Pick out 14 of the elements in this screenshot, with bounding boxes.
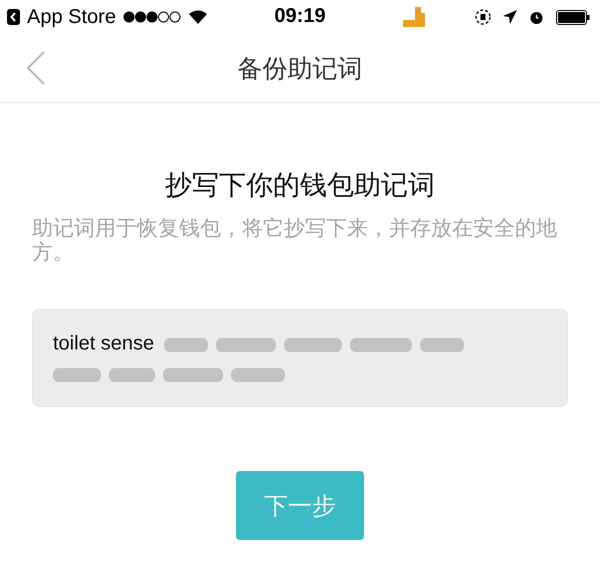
signal-icon	[122, 11, 181, 23]
alarm-icon	[529, 10, 544, 24]
description: 助记词用于恢复钱包，将它抄写下来，并存放在安全的地方。	[32, 217, 558, 265]
back-icon[interactable]	[7, 9, 20, 25]
mnemonic-text: toilet sense	[53, 332, 154, 355]
nav-title: 备份助记词	[238, 54, 362, 84]
back-label[interactable]: App Store	[27, 6, 116, 28]
app-icon	[403, 7, 425, 27]
status-time: 09:19	[274, 5, 326, 28]
wifi-icon	[188, 10, 208, 24]
heading: 抄写下你的钱包助记词	[164, 169, 436, 202]
lock-rotation-icon	[475, 9, 491, 25]
location-icon	[503, 10, 517, 24]
battery-icon	[556, 10, 590, 24]
